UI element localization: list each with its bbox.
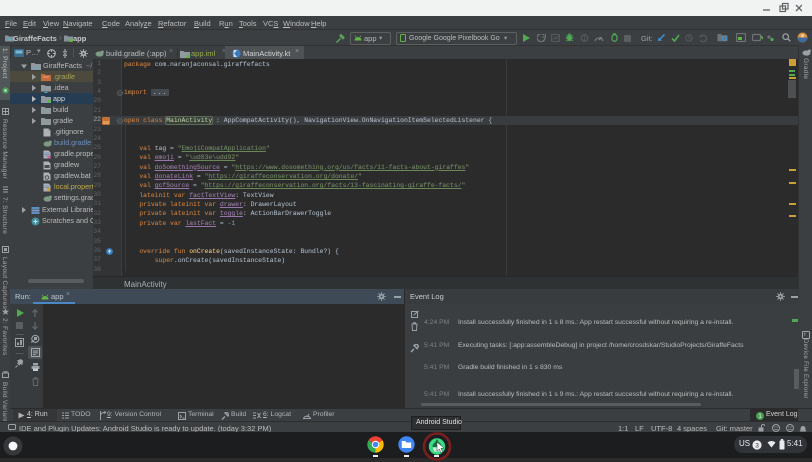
svg-text:3: 3 — [755, 442, 759, 449]
